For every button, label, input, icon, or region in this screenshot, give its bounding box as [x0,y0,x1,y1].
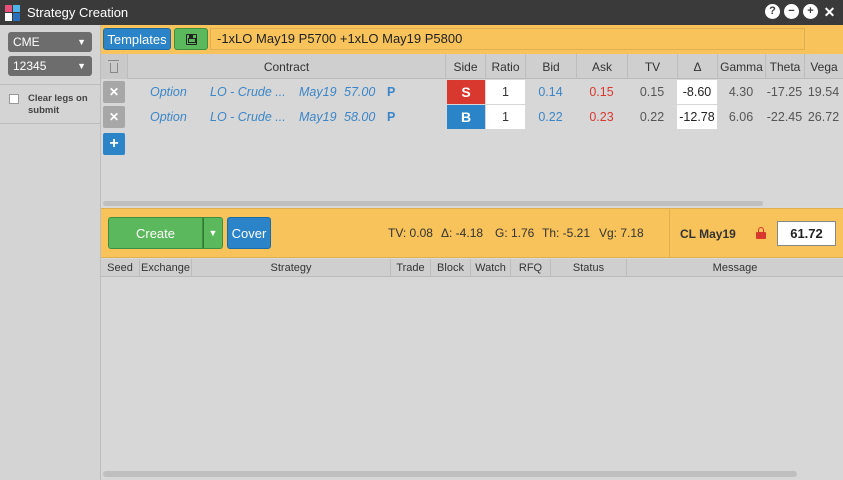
col-gamma: Gamma [717,54,765,79]
window-title: Strategy Creation [27,5,129,20]
legs-table-header: Contract Side Ratio Bid Ask TV Δ Gamma T… [101,54,843,79]
strategy-vega: Vg: 7.18 [599,226,644,240]
leg-product: LO - Crude ... [210,110,286,124]
col-exchange: Exchange [140,259,192,277]
account-select-value: 12345 [13,59,47,73]
cover-button[interactable]: Cover [227,217,271,249]
col-ask: Ask [576,54,627,79]
col-side: Side [445,54,485,79]
col-theta: Theta [765,54,804,79]
leg-theta: -17.25 [766,85,803,99]
col-bid: Bid [525,54,576,79]
col-strategy: Strategy [192,259,391,277]
templates-button[interactable]: Templates [103,28,171,50]
divider [0,84,100,85]
col-seed: Seed [101,259,140,277]
col-tv: TV [627,54,677,79]
col-ratio: Ratio [485,54,525,79]
create-button[interactable]: Create [108,217,203,249]
save-button[interactable] [174,28,208,50]
divider [669,209,670,258]
strategy-theta: Th: -5.21 [542,226,591,240]
col-message: Message [712,262,758,274]
leg-product: LO - Crude ... [210,85,286,99]
leg-tv: 0.22 [639,110,665,124]
strategy-delta: Δ: -4.18 [441,226,484,240]
delete-all-button[interactable] [101,54,127,79]
leg-expiry: May19 [299,110,337,124]
leg-strike: 57.00 [344,85,376,99]
leg-gamma: 4.30 [728,85,754,99]
leg-put-call: P [387,110,396,124]
clear-legs-checkbox[interactable] [9,94,19,104]
clear-legs-label: Clear legs on submit [28,93,88,116]
left-panel: CME ▼ 12345 ▼ Clear legs on submit [0,25,101,480]
chevron-down-icon: ▼ [208,228,218,238]
exchange-select-value: CME [13,35,40,49]
strategy-gamma: G: 1.76 [495,226,535,240]
leg-expiry: May19 [299,85,337,99]
leg-ratio[interactable]: 1 [486,105,525,129]
leg-bid: 0.22 [538,110,563,124]
leg-vega: 19.54 [807,85,840,99]
col-watch: Watch [471,259,511,277]
leg-ask: 0.15 [589,85,614,99]
col-contract: Contract [127,54,445,79]
col-rfq: RFQ [511,259,551,277]
results-table: Seed Exchange Strategy Trade Block Watch… [101,259,843,480]
col-delta: Δ [677,54,717,79]
maximize-icon[interactable]: + [803,4,818,19]
strategy-toolbar: Templates -1xLO May19 P5700 +1xLO May19 … [101,25,843,54]
divider [0,123,100,124]
strategy-tv: TV: 0.08 [388,226,433,240]
results-horizontal-scrollbar[interactable] [101,470,843,478]
leg-put-call: P [387,85,396,99]
chevron-down-icon: ▼ [77,61,86,71]
scrollbar-thumb[interactable] [103,201,763,206]
col-block: Block [431,259,471,277]
add-leg-button[interactable]: + [103,133,125,155]
leg-type: Option [150,110,187,124]
minimize-icon[interactable]: − [784,4,799,19]
lock-icon[interactable] [756,227,766,239]
chevron-down-icon: ▼ [77,37,86,47]
create-bar: Create ▼ Cover TV: 0.08 Δ: -4.18 G: 1.76… [101,208,843,258]
close-icon[interactable]: ✕ [822,4,837,19]
floppy-disk-icon [185,33,197,45]
leg-bid: 0.14 [538,85,563,99]
legs-table: Contract Side Ratio Bid Ask TV Δ Gamma T… [101,54,843,207]
strategy-input[interactable]: -1xLO May19 P5700 +1xLO May19 P5800 [211,29,804,49]
title-bar: Strategy Creation ? − + ✕ [0,0,843,25]
legs-horizontal-scrollbar[interactable] [101,200,843,207]
leg-gamma: 6.06 [728,110,754,124]
underlying-price-input[interactable]: 61.72 [777,221,836,246]
leg-type: Option [150,85,187,99]
remove-leg-button[interactable]: ✕ [103,106,125,128]
leg-side-toggle[interactable]: B [447,105,485,129]
underlying-label: CL May19 [680,227,736,241]
leg-delta: -12.78 [677,105,717,129]
col-trade: Trade [391,259,431,277]
col-vega: Vega [804,54,843,79]
account-select[interactable]: 12345 ▼ [8,56,92,76]
leg-tv: 0.15 [639,85,665,99]
scrollbar-thumb[interactable] [103,471,797,477]
leg-side-toggle[interactable]: S [447,80,485,104]
leg-ratio[interactable]: 1 [486,80,525,104]
help-icon[interactable]: ? [765,4,780,19]
table-row[interactable]: ✕ Option LO - Crude ... May19 57.00 P S … [101,80,843,105]
table-row[interactable]: ✕ Option LO - Crude ... May19 58.00 P B … [101,105,843,130]
app-logo-icon [5,4,21,21]
exchange-select[interactable]: CME ▼ [8,32,92,52]
leg-delta: -8.60 [677,80,717,104]
leg-ask: 0.23 [589,110,614,124]
leg-theta: -22.45 [766,110,803,124]
results-table-header: Seed Exchange Strategy Trade Block Watch… [101,259,843,277]
leg-strike: 58.00 [344,110,376,124]
col-status: Status [551,259,627,277]
remove-leg-button[interactable]: ✕ [103,81,125,103]
leg-vega: 26.72 [807,110,840,124]
trash-icon [108,59,119,73]
create-options-button[interactable]: ▼ [203,217,223,249]
